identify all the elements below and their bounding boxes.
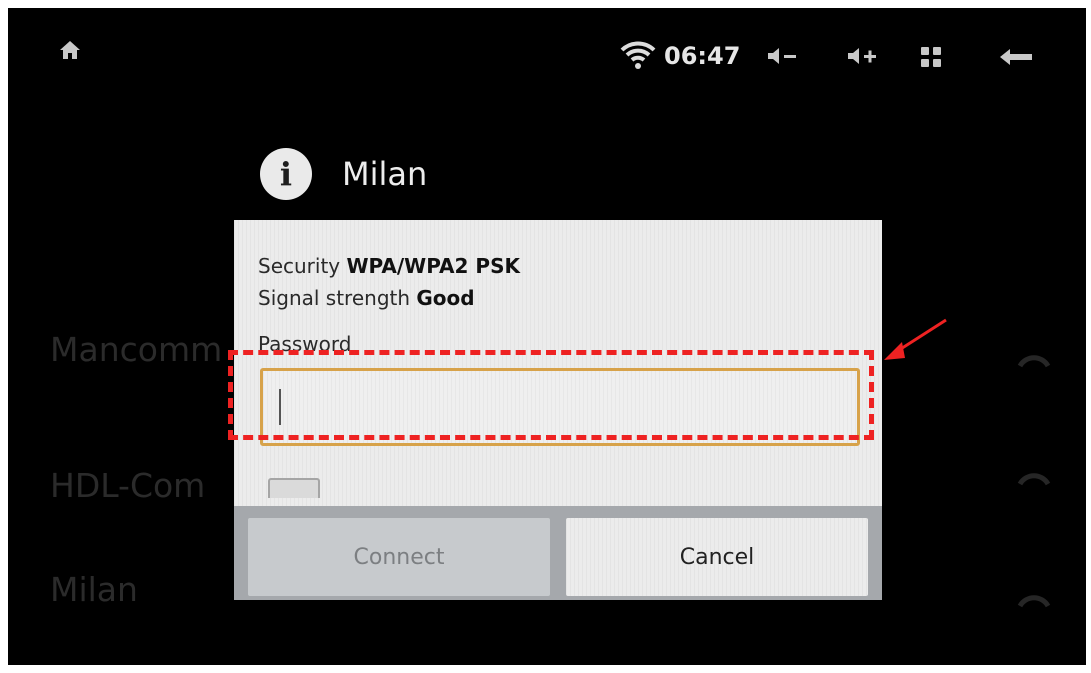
wifi-icon: [620, 40, 656, 70]
signal-value: Good: [416, 286, 475, 310]
status-bar: 06:47: [8, 8, 1086, 108]
dialog-header: i Milan: [260, 144, 427, 204]
volume-down-icon[interactable]: [766, 44, 802, 68]
signal-icon: [1016, 470, 1052, 490]
dialog-title: Milan: [342, 155, 428, 193]
home-icon[interactable]: [58, 38, 82, 62]
back-icon[interactable]: [998, 46, 1038, 68]
security-row: Security WPA/WPA2 PSK: [258, 254, 520, 278]
volume-up-icon[interactable]: [846, 44, 882, 68]
device-screen: 06:47 Mancomm HDL-Com Milan i Milan Secu…: [8, 8, 1086, 665]
button-bar: Connect Cancel: [234, 506, 882, 600]
network-list-item: Mancomm: [50, 330, 223, 369]
cancel-button[interactable]: Cancel: [566, 518, 868, 596]
wifi-connect-dialog: Security WPA/WPA2 PSK Signal strength Go…: [234, 220, 882, 600]
password-label: Password: [258, 332, 352, 356]
password-input[interactable]: [260, 368, 860, 446]
signal-label: Signal strength: [258, 286, 411, 310]
network-list-item: HDL-Com: [50, 466, 206, 505]
apps-icon[interactable]: [920, 46, 942, 68]
info-icon: i: [260, 148, 312, 200]
connect-button[interactable]: Connect: [248, 518, 550, 596]
signal-icon: [1016, 592, 1052, 612]
network-list-item: Milan: [50, 570, 138, 609]
signal-icon: [1016, 352, 1052, 372]
clock: 06:47: [664, 42, 741, 70]
security-value: WPA/WPA2 PSK: [346, 254, 520, 278]
signal-row: Signal strength Good: [258, 286, 475, 310]
text-cursor: [279, 389, 281, 425]
security-label: Security: [258, 254, 341, 278]
show-password-checkbox[interactable]: [268, 478, 320, 498]
